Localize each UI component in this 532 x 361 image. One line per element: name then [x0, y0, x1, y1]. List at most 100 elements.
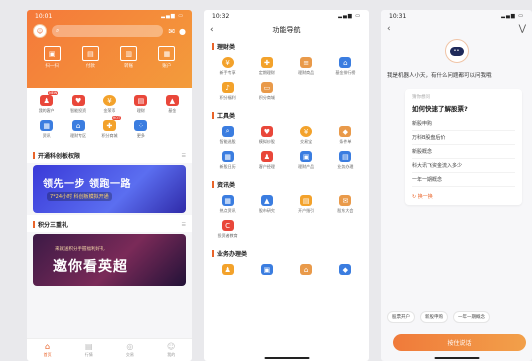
grid-item-0[interactable]: NEW ♟ 我的客户	[31, 91, 62, 114]
quick-reply-chip[interactable]: 一年一期概念	[453, 311, 490, 323]
grid-label: 金荣币	[103, 108, 116, 113]
suggested-question[interactable]: 新股申购	[412, 117, 515, 131]
page-title: 功能导航	[272, 26, 301, 34]
nav-item-label: 基金排行榜	[335, 70, 356, 75]
nav-item[interactable]: ≡ 理财商品	[287, 57, 326, 76]
nav-item[interactable]: ⌂ 基金排行榜	[326, 57, 365, 76]
gift-icon: ✚	[260, 57, 273, 68]
suggested-question[interactable]: 一年一期概念	[412, 173, 515, 187]
quick-label: 转账	[124, 64, 134, 69]
nav-item[interactable]: ◆ 条件单	[326, 126, 365, 145]
back-icon[interactable]: ‹	[210, 25, 214, 35]
nav-item[interactable]: ✉ 股东大会	[326, 195, 365, 214]
category-grid-news: ▦ 热点资讯 ▲ 股市研究 ▤ 开户指引 ✉ 股东大会 C 投资者教育	[204, 191, 369, 245]
section-title: 积分三重礼	[33, 220, 68, 229]
suggestion-card: 猜你想问 如何快速了解股票? 新股申购 万科B股盘后价 新股概念 科大讯飞资金流…	[405, 89, 522, 205]
quick-item-2[interactable]: ▥ 转账	[120, 46, 138, 69]
category-grid-tools: ⌕ 智能选股 ♥ 模拟炒股 ¥ 交易宝 ◆ 条件单 ▦ 新股日历 ♟ 客户经理 ▣ 理财产品 …	[204, 122, 369, 176]
nav-item[interactable]: ✚ 定期理财	[247, 57, 286, 76]
nav-item[interactable]: ▦ 热点资讯	[208, 195, 247, 214]
promo-banner-star[interactable]: 领先一步 领跑一路 7*24小时 科创板模拟开通	[33, 165, 186, 213]
grid-item-2[interactable]: ¥ 金荣币	[94, 95, 125, 114]
chart-icon: ▲	[165, 95, 179, 106]
home-indicator	[264, 357, 309, 359]
nav-item-label: 股市研究	[258, 208, 275, 213]
voice-input-button[interactable]: 按住说话	[393, 334, 526, 351]
nav-item[interactable]: ▭ 积分商城	[247, 82, 286, 101]
grid-icon: ⁘	[134, 120, 148, 131]
folder-icon: ▤	[300, 195, 313, 206]
more-icon[interactable]: ☰	[182, 222, 186, 228]
section-header: 积分三重礼 ☰	[27, 215, 192, 232]
search-input[interactable]: ⌕	[52, 25, 164, 37]
nav-item-label: 新手专享	[219, 70, 236, 75]
nav-item[interactable]: ¥ 交易宝	[287, 126, 326, 145]
nav-item[interactable]: ♥ 模拟炒股	[247, 126, 286, 145]
quick-item-1[interactable]: ▤ 付款	[81, 46, 99, 69]
tab-market[interactable]: ▤ 行情	[85, 342, 93, 358]
refresh-button[interactable]: ↻ 换一换	[412, 193, 515, 200]
nav-item[interactable]: ▦ 新股日历	[208, 151, 247, 170]
quick-label: 付款	[85, 64, 95, 69]
me-icon: ☺	[167, 342, 176, 351]
folder-icon: ▤	[134, 95, 148, 106]
nav-item[interactable]: ⌕ 智能选股	[208, 126, 247, 145]
account-icon: ▦	[158, 46, 176, 61]
nav-item[interactable]: ◆	[326, 264, 365, 275]
nav-item-label: 股东大会	[337, 208, 354, 213]
nav-item-label: 条件单	[339, 139, 352, 144]
quick-reply-chip[interactable]: 股票开户	[387, 311, 415, 323]
tab-me[interactable]: ☺ 我的	[167, 342, 175, 358]
nav-item[interactable]: ♟	[208, 264, 247, 275]
nav-item[interactable]: ♪ 积分福利	[208, 82, 247, 101]
back-icon[interactable]: ‹	[387, 24, 391, 34]
card-title[interactable]: 如何快速了解股票?	[412, 103, 515, 113]
category-marker	[212, 250, 214, 257]
tab-label: 交易	[125, 352, 134, 357]
nav-item[interactable]: ▣ 理财产品	[287, 151, 326, 170]
nav-item[interactable]: C 投资者教育	[208, 220, 247, 239]
quick-actions: ▣ 扫一扫 ▤ 付款 ▥ 转账 ▦ 账户	[27, 40, 192, 69]
grid-item-3[interactable]: ▤ 理财	[125, 95, 156, 114]
more-icon[interactable]: ☰	[182, 153, 186, 159]
nav-item[interactable]: ▣	[247, 264, 286, 275]
service-icon[interactable]: ●	[179, 27, 186, 36]
tab-trade[interactable]: ◎ 交易	[126, 342, 134, 358]
nav-item-label: 理财产品	[298, 164, 315, 169]
grid-item-5[interactable]: ▦ 资讯	[31, 120, 62, 139]
message-icon[interactable]: ✉	[168, 27, 175, 36]
quick-reply-chip[interactable]: 新股申购	[420, 311, 448, 323]
grid-item-6[interactable]: ⌂ 理财专区	[62, 120, 93, 139]
bank-icon: ⌂	[339, 57, 352, 68]
nav-item[interactable]: ♟ 客户经理	[247, 151, 286, 170]
nav-item[interactable]: ⌂	[287, 264, 326, 275]
status-time: 10:31	[389, 12, 407, 20]
nav-item[interactable]: ▤ 开户指引	[287, 195, 326, 214]
tab-home[interactable]: ⌂ 首页	[44, 342, 52, 358]
status-bar: 10:01 ▂▄▆ ▭	[27, 10, 192, 22]
grid-item-4[interactable]: ▲ 基金	[157, 95, 188, 114]
suggested-question[interactable]: 万科B股盘后价	[412, 131, 515, 145]
grid-item-8[interactable]: ⁘ 更多	[125, 120, 156, 139]
avatar[interactable]: ☺	[33, 24, 47, 38]
quick-item-0[interactable]: ▣ 扫一扫	[43, 46, 61, 69]
tab-label: 我的	[167, 352, 176, 357]
nav-item[interactable]: ▲ 股市研究	[247, 195, 286, 214]
home-indicator	[434, 357, 479, 359]
nav-item-label: 理财商品	[298, 70, 315, 75]
feature-navigation-screen: 10:32 ▂▄▆ ▭ ‹ 功能导航 理财类 ¥ 新手专享 ✚ 定期理财 ≡ 理财商品…	[204, 10, 369, 361]
grid-label: 理财	[136, 108, 145, 113]
banner-headline: 领先一步 领跑一路	[43, 179, 131, 190]
suggested-question[interactable]: 新股概念	[412, 145, 515, 159]
suggested-question[interactable]: 科大讯飞资金流入多少	[412, 159, 515, 173]
nav-item[interactable]: ▤ 业务办理	[326, 151, 365, 170]
quick-item-3[interactable]: ▦ 账户	[158, 46, 176, 69]
user-icon: ♟	[221, 264, 234, 275]
nav-item[interactable]: ¥ 新手专享	[208, 57, 247, 76]
new-badge: NEW	[48, 91, 59, 95]
promo-banner-premier-league[interactable]: 来就送积分手握福利好礼 邀你看英超	[33, 234, 186, 286]
coin-icon: ¥	[102, 95, 116, 106]
settings-icon[interactable]: ⋁	[519, 24, 526, 34]
grid-item-1[interactable]: ♥ 智能投资	[62, 95, 93, 114]
grid-item-7[interactable]: HOT ✚ 积分商城	[94, 116, 125, 139]
